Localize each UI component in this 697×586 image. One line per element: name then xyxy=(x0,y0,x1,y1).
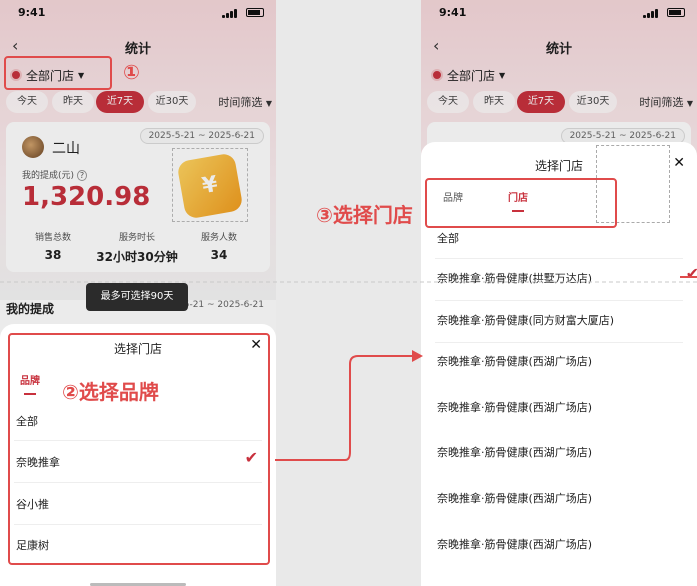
arrow-connector xyxy=(275,355,412,461)
annotation-arrows xyxy=(0,276,697,461)
tutorial-canvas: 9:41 ‹ 统计 全部门店 ▼ 今天 昨天 近7天 近30天 时间筛选 ▼ 2… xyxy=(0,0,697,586)
arrow-head-icon xyxy=(412,350,423,362)
